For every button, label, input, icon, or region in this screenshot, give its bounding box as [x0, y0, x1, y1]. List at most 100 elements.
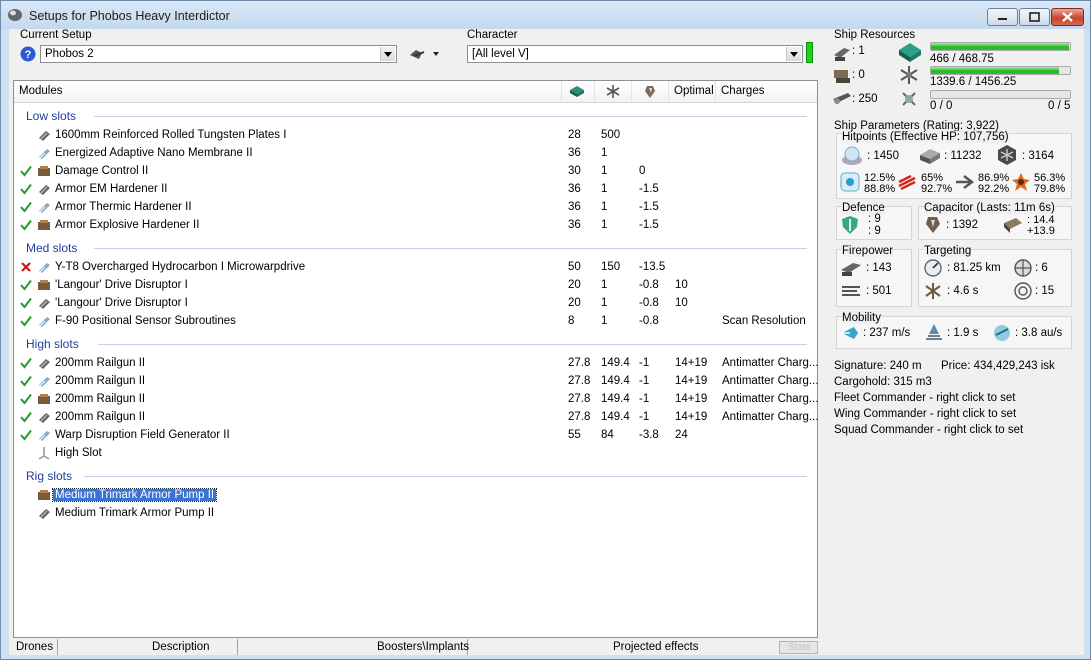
module-row[interactable]: 200mm Railgun II 27.8 149.4 -1 14+19 Antimatt… — [14, 355, 819, 373]
online-check-icon[interactable] — [20, 297, 32, 309]
online-check-icon[interactable] — [20, 315, 32, 327]
module-row[interactable]: Energized Adaptive Nano Membrane II 36 1 — [14, 145, 817, 163]
module-row[interactable]: Damage Control II 30 1 0 — [14, 163, 817, 181]
module-cpu: 50 — [568, 261, 581, 273]
targeting-range-icon — [924, 259, 942, 277]
ship-price: Price: 434,429,243 isk — [941, 360, 1055, 372]
module-row[interactable]: 'Langour' Drive Disruptor I 20 1 -0.8 10 — [14, 277, 817, 295]
column-optimal[interactable]: Optimal — [669, 81, 716, 102]
module-capacitor: -0.8 — [639, 279, 659, 291]
module-row[interactable]: 200mm Railgun II 27.8 149.4 -1 14+19 Antimatt… — [14, 373, 819, 391]
module-charges: Antimatter Charg... — [722, 357, 819, 369]
character-select[interactable]: [All level V] — [467, 45, 803, 63]
module-powergrid: 149.4 — [601, 357, 630, 369]
column-modules[interactable]: Modules — [14, 81, 562, 102]
module-row[interactable]: Armor Thermic Hardener II 36 1 -1.5 — [14, 199, 817, 217]
module-cpu: 36 — [568, 219, 581, 231]
setup-actions-menu-icon[interactable] — [409, 47, 443, 61]
module-powergrid: 84 — [601, 429, 614, 441]
module-capacitor: -3.8 — [639, 429, 659, 441]
modules-list[interactable]: Modules Optimal Charges Low slots 1600mm… — [13, 80, 819, 638]
module-name: 200mm Railgun II — [55, 375, 146, 387]
module-icon — [37, 488, 52, 503]
module-icon — [37, 374, 52, 389]
turret-slots: : 1 — [852, 45, 865, 57]
cpu-icon — [570, 86, 584, 97]
module-name: Armor Explosive Hardener II — [55, 219, 200, 231]
module-row[interactable]: 'Langour' Drive Disruptor I 20 1 -0.8 10 — [14, 295, 817, 313]
shield-hp: : 1450 — [867, 150, 899, 162]
column-charges[interactable]: Charges — [716, 81, 817, 102]
module-name: Y-T8 Overcharged Hydrocarbon I Microwarp… — [55, 261, 306, 273]
module-row[interactable]: 1600mm Reinforced Rolled Tungsten Plates… — [14, 127, 817, 145]
column-cpu[interactable] — [562, 81, 595, 102]
lock-time-icon — [925, 283, 941, 299]
module-row[interactable]: Armor Explosive Hardener II 36 1 -1.5 — [14, 217, 817, 235]
module-row[interactable]: F-90 Positional Sensor Subroutines 8 1 -0.8… — [14, 313, 817, 331]
wing-commander[interactable]: Wing Commander - right click to set — [834, 408, 1016, 420]
online-check-icon[interactable] — [20, 201, 32, 213]
module-powergrid: 1 — [601, 279, 608, 291]
column-capacitor[interactable] — [632, 81, 669, 102]
online-check-icon[interactable] — [20, 429, 32, 441]
capacitor-icon — [926, 217, 940, 233]
module-cpu: 55 — [568, 429, 581, 441]
module-cpu: 27.8 — [568, 411, 591, 423]
module-cpu: 30 — [568, 165, 581, 177]
defence-icon — [842, 216, 858, 234]
fleet-commander[interactable]: Fleet Commander - right click to set — [834, 392, 1016, 404]
align-time: : 1.9 s — [947, 327, 979, 339]
drone-bay-capacity: : 250 — [852, 93, 878, 105]
squad-commander[interactable]: Squad Commander - right click to set — [834, 424, 1023, 436]
capacitor-recharge-icon — [1004, 218, 1022, 233]
module-row[interactable]: 200mm Railgun II 27.8 149.4 -1 14+19 Antimatt… — [14, 391, 819, 409]
weapon-dps: : 143 — [866, 262, 892, 274]
online-check-icon[interactable] — [20, 393, 32, 405]
offline-x-icon[interactable] — [20, 261, 32, 273]
online-check-icon[interactable] — [20, 183, 32, 195]
close-button[interactable] — [1051, 8, 1084, 26]
online-check-icon[interactable] — [20, 165, 32, 177]
module-row[interactable]: Armor EM Hardener II 36 1 -1.5 — [14, 181, 817, 199]
module-capacitor: 0 — [639, 165, 646, 177]
character-label: Character — [467, 29, 518, 41]
module-powergrid: 149.4 — [601, 375, 630, 387]
module-name: Damage Control II — [55, 165, 149, 177]
online-check-icon[interactable] — [20, 357, 32, 369]
column-powergrid[interactable] — [595, 81, 632, 102]
module-name: High Slot — [55, 447, 102, 459]
tab-projected-effects[interactable]: Projected effects — [468, 639, 778, 655]
module-cpu: 36 — [568, 183, 581, 195]
module-row[interactable]: 200mm Railgun II 27.8 149.4 -1 14+19 Antimatt… — [14, 409, 819, 427]
module-row[interactable]: Y-T8 Overcharged Hydrocarbon I Microwarp… — [14, 259, 817, 277]
powergrid-icon — [900, 66, 918, 84]
online-check-icon[interactable] — [20, 219, 32, 231]
minimize-button[interactable] — [987, 8, 1018, 26]
empty-slot-icon — [37, 446, 52, 461]
online-check-icon[interactable] — [20, 411, 32, 423]
module-optimal: 14+19 — [675, 375, 708, 387]
online-check-icon[interactable] — [20, 375, 32, 387]
module-charges: Scan Resolution — [722, 315, 806, 327]
help-icon[interactable]: ? — [20, 46, 36, 62]
module-row[interactable]: Warp Disruption Field Generator II 55 84 -3… — [14, 427, 817, 445]
group-divider — [94, 116, 807, 117]
module-capacitor: -0.8 — [639, 315, 659, 327]
maximize-button[interactable] — [1019, 8, 1050, 26]
module-cpu: 28 — [568, 129, 581, 141]
stats-button[interactable]: Stats — [779, 641, 818, 654]
setup-select[interactable]: Phobos 2 — [40, 45, 397, 63]
group-divider — [84, 476, 807, 477]
module-row[interactable]: High Slot — [14, 445, 817, 463]
module-row[interactable]: Medium Trimark Armor Pump II — [14, 487, 817, 505]
online-check-icon[interactable] — [20, 279, 32, 291]
module-row[interactable]: Medium Trimark Armor Pump II — [14, 505, 817, 523]
tab-boosters-implants[interactable]: Boosters\Implants — [238, 639, 469, 655]
module-capacitor: -1 — [639, 411, 650, 423]
targeting-range: : 81.25 km — [947, 262, 1001, 274]
module-optimal: 10 — [675, 279, 688, 291]
kinetic-resist-armor: 92.2% — [978, 183, 1010, 195]
tab-description[interactable]: Description — [58, 639, 238, 655]
tab-drones[interactable]: Drones — [13, 639, 58, 655]
bottom-tabs: Drones Description Boosters\Implants Pro… — [13, 639, 818, 655]
